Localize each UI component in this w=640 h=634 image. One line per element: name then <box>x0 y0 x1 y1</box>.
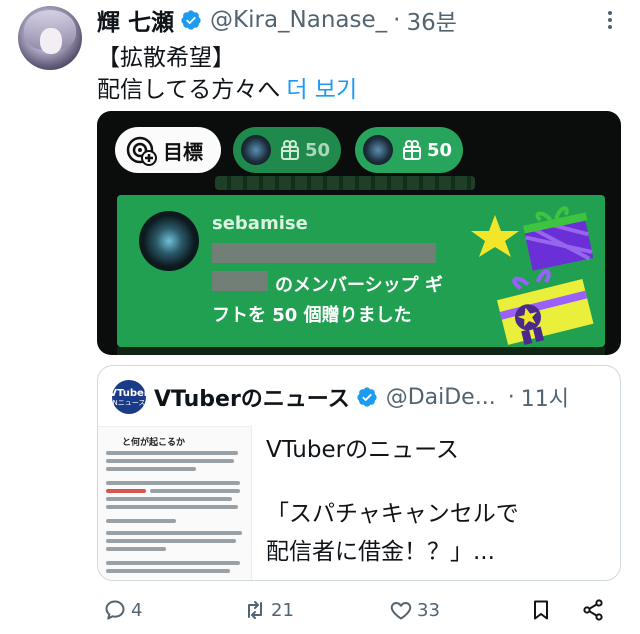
author-handle[interactable]: @Kira_Nanase_ <box>210 7 387 33</box>
gift-icon <box>403 140 421 160</box>
retweet-count: 21 <box>271 599 294 621</box>
like-count: 33 <box>417 599 440 621</box>
retweet-button[interactable]: 21 <box>243 592 294 628</box>
reply-count: 4 <box>131 599 143 621</box>
author-avatar[interactable] <box>18 6 82 70</box>
quoted-author-name[interactable]: VTuberのニュース <box>154 381 350 413</box>
bookmark-icon <box>534 600 548 620</box>
thumbnail-text-line <box>106 459 234 463</box>
thumbnail-text-line <box>106 481 240 485</box>
quoted-tweet-text-line2: 配信者に借金！？」... <box>266 539 495 565</box>
reply-icon <box>105 600 125 620</box>
thumbnail-text-line <box>106 569 230 573</box>
heart-icon <box>390 602 412 620</box>
quoted-tweet-time[interactable]: 11시 <box>521 381 569 413</box>
verified-badge-icon <box>180 9 202 31</box>
tweet-media-image[interactable]: 目標 50 50 sebamise のメンバーシップ ギ フトを 50 個贈りま… <box>97 111 621 355</box>
avatar-text: Nニュース <box>112 398 146 407</box>
gift-message-line2: フトを 50 個贈りました <box>212 305 412 326</box>
tweet-text-line2: 配信してる方々へ 더 보기 <box>97 70 357 104</box>
retweet-icon <box>248 601 262 619</box>
sender-name: sebamise <box>212 213 308 234</box>
blurred-chat-text <box>215 176 475 190</box>
sender-avatar <box>139 211 199 271</box>
gift-chip-active: 50 <box>355 127 463 173</box>
avatar-text: VTuber <box>109 387 149 399</box>
separator-dot: · <box>393 7 401 33</box>
like-button[interactable]: 33 <box>389 592 440 628</box>
separator-dot: · <box>507 384 515 410</box>
tweet-header: 輝 七瀬 @Kira_Nanase_ · 36분 <box>97 4 457 36</box>
tweet-action-bar: 4 21 33 <box>97 592 621 628</box>
thumbnail-text-line <box>106 467 196 471</box>
gifter-avatar <box>363 135 393 165</box>
gift-chip: 50 <box>233 127 341 173</box>
quoted-author-avatar[interactable]: VTuber Nニュース <box>109 380 149 414</box>
goal-chip: 目標 <box>115 127 221 173</box>
verified-badge-icon <box>356 386 378 408</box>
goal-label: 目標 <box>163 139 203 164</box>
quoted-tweet-thumbnail[interactable]: と何が起こるか <box>98 426 252 580</box>
gift-icon <box>281 140 299 160</box>
avatar-face <box>40 28 62 54</box>
gift-boxes-illustration <box>471 206 594 345</box>
membership-gift-panel: sebamise のメンバーシップ ギ フトを 50 個贈りました <box>117 195 605 347</box>
share-icon <box>583 599 603 621</box>
gift-count: 50 <box>305 139 331 161</box>
gifter-avatar <box>241 135 271 165</box>
blurred-chat-text <box>117 347 605 355</box>
quoted-tweet-header: VTuber Nニュース VTuberのニュース @DaiDe... · 11시 <box>109 380 569 414</box>
more-options-icon[interactable] <box>600 10 620 30</box>
redacted-block <box>212 271 268 291</box>
show-more-link[interactable]: 더 보기 <box>286 77 357 103</box>
thumbnail-text-line <box>106 497 232 501</box>
tweet-text-content: 配信してる方々へ <box>97 77 281 103</box>
thumbnail-text-line <box>106 451 238 455</box>
thumbnail-text-line <box>150 489 240 493</box>
tweet-text-line1: 【拡散希望】 <box>97 45 235 71</box>
thumbnail-text-line <box>106 519 176 523</box>
quoted-tweet-title: VTuberのニュース <box>266 437 459 463</box>
thumbnail-text-line <box>106 505 238 509</box>
thumbnail-text-line <box>106 531 242 535</box>
share-button[interactable] <box>581 592 605 628</box>
thumbnail-text-line <box>106 539 236 543</box>
author-name[interactable]: 輝 七瀬 <box>97 3 174 37</box>
tweet-time[interactable]: 36분 <box>406 3 456 37</box>
quoted-tweet-text-line1: 「スパチャキャンセルで <box>266 501 519 527</box>
thumbnail-text-line <box>106 547 166 551</box>
goal-target-icon <box>126 136 157 166</box>
redacted-block <box>212 243 436 263</box>
gift-message-line1: のメンバーシップ ギ <box>275 275 443 296</box>
thumbnail-text-line <box>106 561 240 565</box>
bookmark-button[interactable] <box>529 592 553 628</box>
thumbnail-heading: と何が起こるか <box>122 438 186 448</box>
quoted-tweet-card[interactable]: VTuber Nニュース VTuberのニュース @DaiDe... · 11시… <box>97 365 621 581</box>
reply-button[interactable]: 4 <box>103 592 142 628</box>
quoted-author-handle[interactable]: @DaiDe... <box>386 385 496 410</box>
thumbnail-text-line <box>106 489 146 493</box>
gift-count: 50 <box>427 139 453 161</box>
